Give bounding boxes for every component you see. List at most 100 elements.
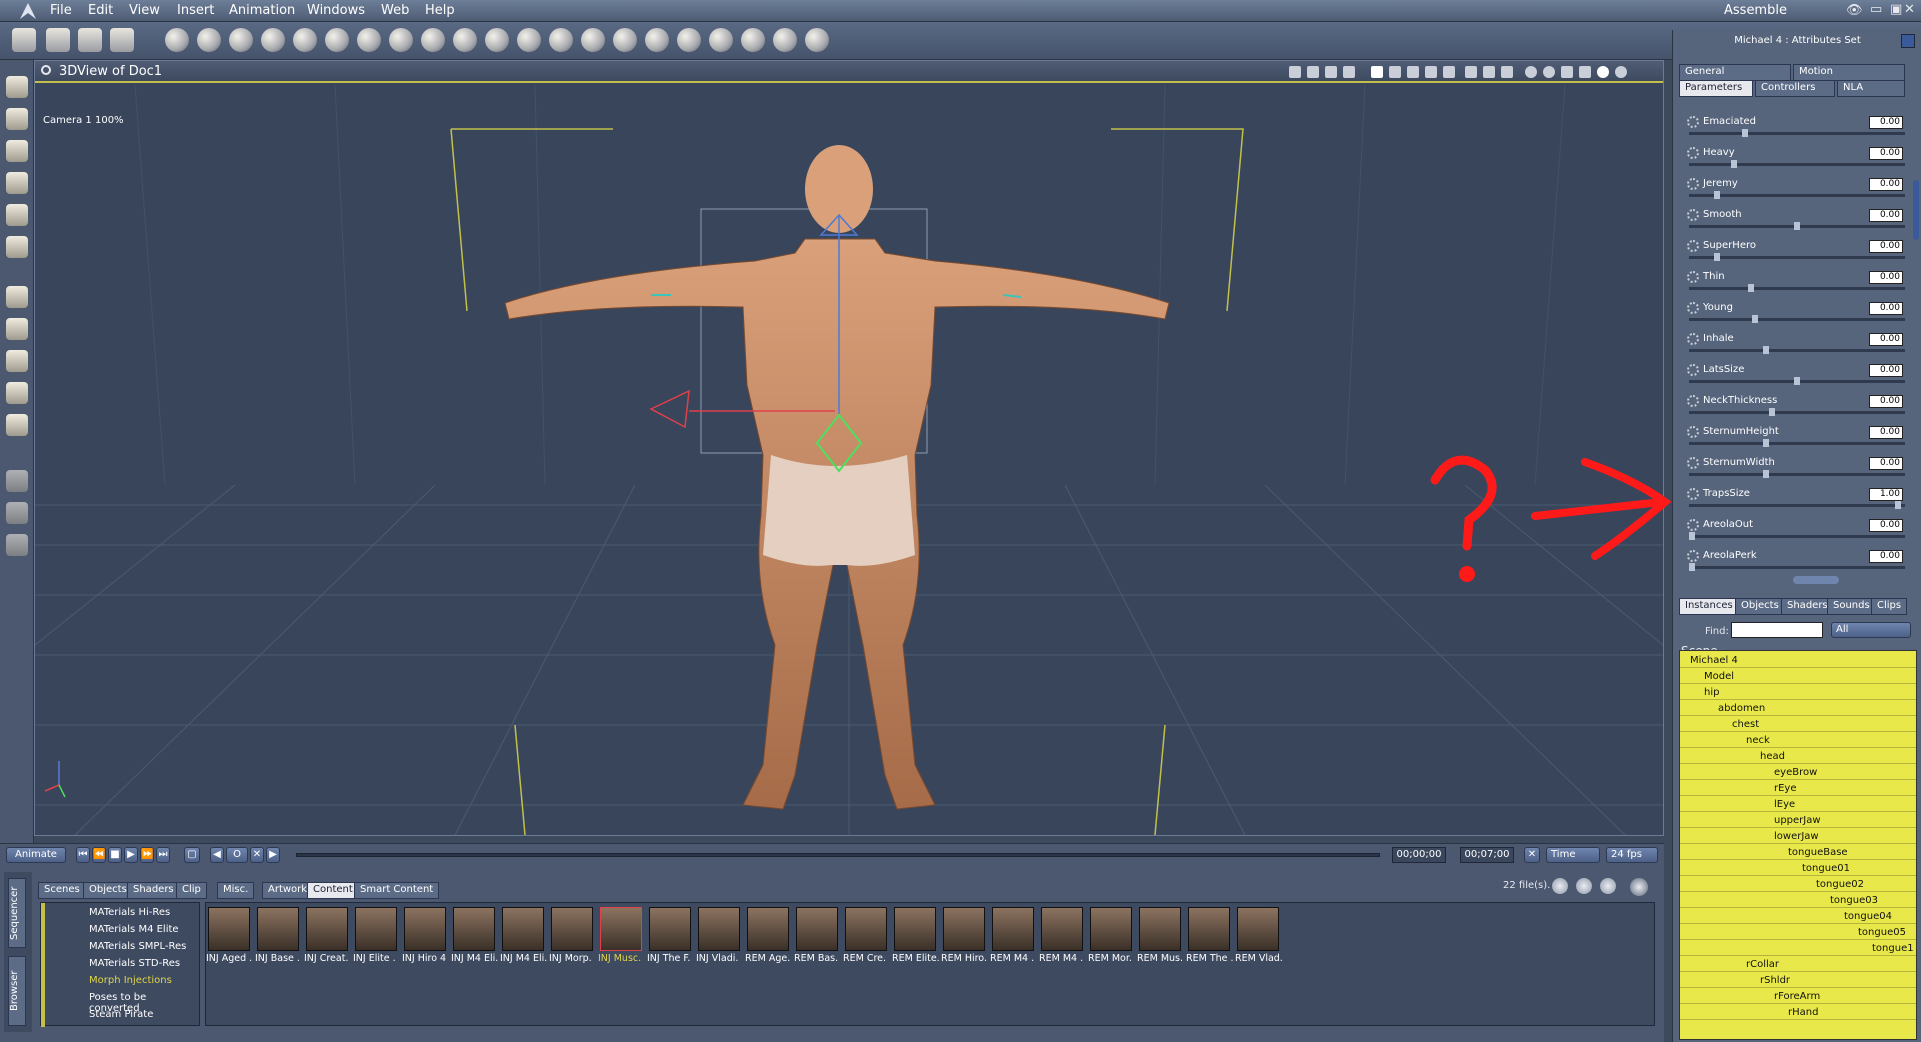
pin-icon[interactable] [677,28,701,52]
thumbnail[interactable] [1237,907,1279,951]
param-gear-icon[interactable] [1687,395,1699,407]
step-forward-icon[interactable]: ⏩ [140,847,154,863]
eye-icon[interactable]: 👁 [1846,3,1863,18]
key-delete-icon[interactable]: ✕ [250,847,264,863]
param-gear-icon[interactable] [1687,302,1699,314]
param-slider-knob[interactable] [1752,315,1758,323]
human-figure[interactable] [504,145,1170,810]
thumbnail[interactable] [453,907,495,951]
param-gear-icon[interactable] [1687,147,1699,159]
param-slider[interactable] [1689,194,1905,197]
ring-icon[interactable] [293,28,317,52]
tab-misc[interactable]: Misc. [217,882,255,899]
stop-icon[interactable]: ■ [108,847,122,863]
tab-artwork[interactable]: Artwork [262,882,314,899]
param-slider-knob[interactable] [1747,284,1754,292]
timeline-scrubber[interactable] [296,853,1380,857]
lasso-icon[interactable] [6,172,28,194]
thumbnail-label[interactable]: REM M4 . [990,953,1040,964]
thumbnail[interactable] [355,907,397,951]
refresh-icon[interactable] [1630,878,1648,896]
scene-node[interactable]: lEye [1774,799,1795,810]
tab-general[interactable]: General [1679,64,1791,81]
param-gear-icon[interactable] [1687,457,1699,469]
layout-quad-icon[interactable] [1407,66,1419,78]
scene-node[interactable]: tongue02 [1816,879,1864,890]
thumbnail-label[interactable]: INJ Hiro 4 [402,953,452,964]
current-time-field[interactable]: 00;00;00 [1392,847,1446,863]
param-value-input[interactable]: 0.00 [1869,364,1903,377]
layout-grid-icon[interactable] [1425,66,1437,78]
param-slider[interactable] [1689,504,1905,507]
workspace-label[interactable]: Assemble [1724,3,1787,18]
scene-node[interactable]: lowerJaw [1774,831,1819,842]
brush-tool-icon[interactable] [78,28,102,52]
shield-icon[interactable] [1465,66,1477,78]
thumbnail-label[interactable]: REM Elite. [892,953,942,964]
find-input[interactable] [1731,622,1823,638]
plane-icon[interactable] [389,28,413,52]
bone-display-icon[interactable] [1525,66,1537,78]
thumbnail-label[interactable]: REM Bas. [794,953,844,964]
layout-alt-icon[interactable] [1443,66,1455,78]
scene-node[interactable]: tongue1 [1872,943,1914,954]
spider-icon[interactable] [709,28,733,52]
wire-box-icon[interactable] [1561,66,1573,78]
tree-icon[interactable] [421,28,445,52]
tab-browser[interactable]: Browser [8,956,26,1026]
thumbnail-label[interactable]: REM M4 . [1039,953,1089,964]
figures-icon[interactable] [1325,66,1337,78]
time-mode-select[interactable]: Time [1546,847,1600,863]
param-value-input[interactable]: 0.00 [1869,147,1903,160]
scene-node[interactable]: tongue05 [1858,927,1906,938]
thumbnail[interactable] [1090,907,1132,951]
thumbnail-label[interactable]: REM Cre. [843,953,893,964]
scene-node[interactable]: rShldr [1760,975,1790,986]
thumbnail[interactable] [845,907,887,951]
param-slider[interactable] [1689,132,1905,135]
tree-item[interactable]: MATerials STD-Res [89,958,180,969]
param-gear-icon[interactable] [1687,426,1699,438]
param-slider[interactable] [1689,473,1905,476]
texture-shade-icon[interactable] [1615,66,1627,78]
param-slider[interactable] [1689,318,1905,321]
filter-select[interactable]: All [1831,622,1911,638]
tree-item[interactable]: Steam Pirate [89,1009,153,1020]
param-slider-knob[interactable] [1714,253,1721,261]
thumbnail[interactable] [649,907,691,951]
tab-sequencer[interactable]: Sequencer [8,878,26,948]
param-slider[interactable] [1689,535,1905,538]
param-slider[interactable] [1689,256,1905,259]
scene-node[interactable]: abdomen [1718,703,1765,714]
scene-node[interactable]: neck [1746,735,1770,746]
param-slider-knob[interactable] [1731,160,1737,168]
thumbnail[interactable] [992,907,1034,951]
tab-shaders[interactable]: Shaders [127,882,180,899]
tree-item[interactable]: MATerials M4 Elite [89,924,179,935]
loop-icon[interactable]: ▢ [184,847,200,863]
scene-node[interactable]: tongueBase [1788,847,1848,858]
sphere-primitive-icon[interactable] [165,28,189,52]
param-slider-knob[interactable] [1762,439,1769,447]
thumbnail[interactable] [551,907,593,951]
thumbnail[interactable] [208,907,250,951]
scene-node[interactable]: rHand [1788,1007,1818,1018]
sphere-rotate-icon[interactable] [6,382,28,404]
param-value-input[interactable]: 0.00 [1869,209,1903,222]
hat-icon[interactable] [453,28,477,52]
orbit-icon[interactable] [6,350,28,372]
thumbnail-label[interactable]: REM The . [1186,953,1236,964]
thumbnail[interactable] [1188,907,1230,951]
scene-node[interactable]: Model [1704,671,1734,682]
param-value-input[interactable]: 0.00 [1869,271,1903,284]
tab-controllers[interactable]: Controllers [1755,80,1835,97]
thumbnail-label[interactable]: INJ Vladi. [696,953,746,964]
go-start-icon[interactable]: ⏮ [76,847,90,863]
param-value-input[interactable]: 0.00 [1869,550,1903,563]
thumbnail[interactable] [698,907,740,951]
shoe-prop-icon[interactable] [517,28,541,52]
x-axis-arrow[interactable] [649,389,690,429]
param-slider[interactable] [1689,442,1905,445]
pan-hand-icon[interactable] [6,502,28,524]
thumbnail-label[interactable]: INJ M4 Eli. [451,953,501,964]
